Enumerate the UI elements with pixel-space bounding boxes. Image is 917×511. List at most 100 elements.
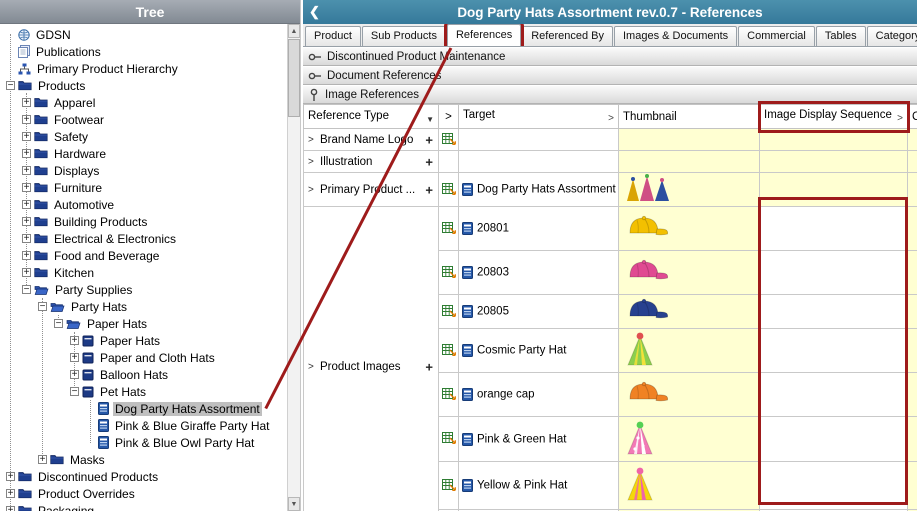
thumbnail-cell[interactable] [619, 295, 760, 329]
goto-reference-icon[interactable] [442, 347, 456, 359]
tree-item-hardware[interactable]: +Hardware [0, 145, 287, 162]
tree-item-footwear[interactable]: +Footwear [0, 111, 287, 128]
target-cell[interactable]: Dog Party Hats Assortment [459, 173, 619, 207]
tree-item-paper-hats[interactable]: −Paper Hats [0, 315, 287, 332]
tab-sub-products[interactable]: Sub Products [362, 26, 446, 46]
tree-item-kitchen[interactable]: +Kitchen [0, 264, 287, 281]
tree-item-dog-party-hats-assortment[interactable]: Dog Party Hats Assortment [0, 400, 287, 417]
goto-reference-icon[interactable] [442, 482, 456, 494]
tree-expander-minus-icon[interactable]: − [70, 387, 79, 396]
reference-type-cell-brand-name-logo[interactable]: >Brand Name Logo+ [304, 129, 439, 151]
tree-item-apparel[interactable]: +Apparel [0, 94, 287, 111]
goto-reference-icon[interactable] [442, 308, 456, 320]
add-reference-button[interactable]: + [425, 154, 433, 169]
target-cell[interactable]: 20801 [459, 207, 619, 251]
tree-item-food-and-beverage[interactable]: +Food and Beverage [0, 247, 287, 264]
filter-dropdown-icon[interactable]: ▼ [426, 115, 434, 124]
column-header-thumbnail[interactable]: Thumbnail [619, 105, 760, 129]
tree-item-pink-blue-owl-party-hat[interactable]: Pink & Blue Owl Party Hat [0, 434, 287, 451]
tree-item-products[interactable]: −Products [0, 77, 287, 94]
tree-item-party-hats[interactable]: −Party Hats [0, 298, 287, 315]
tab-category-f[interactable]: Category F [867, 26, 917, 46]
goto-reference-icon[interactable] [442, 136, 456, 148]
tree-item-electrical-electronics[interactable]: +Electrical & Electronics [0, 230, 287, 247]
reference-type-cell-product-images[interactable]: >Product Images+ [304, 207, 439, 511]
column-header-reference-type[interactable]: ▼ Reference Type [304, 105, 439, 129]
thumbnail-cell[interactable] [619, 251, 760, 295]
thumbnail-cell[interactable] [619, 373, 760, 417]
goto-reference-icon[interactable] [442, 225, 456, 237]
add-reference-button[interactable]: + [425, 359, 433, 374]
target-cell[interactable]: Cosmic Party Hat [459, 329, 619, 373]
target-cell[interactable]: Pink & Green Hat [459, 417, 619, 462]
tree-item-building-products[interactable]: +Building Products [0, 213, 287, 230]
tree-expander-plus-icon[interactable]: + [6, 506, 15, 511]
tree-expander-plus-icon[interactable]: + [70, 353, 79, 362]
reference-type-cell-illustration[interactable]: >Illustration+ [304, 151, 439, 173]
caption-cell[interactable] [908, 295, 917, 329]
reference-type-cell-primary-product[interactable]: >Primary Product ...+ [304, 173, 439, 207]
tree-item-pink-blue-giraffe-party-hat[interactable]: Pink & Blue Giraffe Party Hat [0, 417, 287, 434]
section-discontinued-product-maintenance[interactable]: Discontinued Product Maintenance [303, 47, 917, 66]
sequence-cell[interactable] [760, 129, 908, 151]
tree-expander-plus-icon[interactable]: + [22, 217, 31, 226]
scroll-down-button[interactable]: ▼ [288, 497, 300, 511]
caption-cell[interactable] [908, 207, 917, 251]
tree-expander-minus-icon[interactable]: − [6, 81, 15, 90]
caption-cell[interactable] [908, 129, 917, 151]
tab-referenced-by[interactable]: Referenced By [522, 26, 613, 46]
goto-reference-icon[interactable] [442, 391, 456, 403]
target-cell[interactable]: orange cap [459, 373, 619, 417]
tree-item-paper-and-cloth-hats[interactable]: +Paper and Cloth Hats [0, 349, 287, 366]
add-reference-button[interactable]: + [425, 182, 433, 197]
caption-cell[interactable] [908, 329, 917, 373]
thumbnail-cell[interactable] [619, 462, 760, 510]
sequence-cell[interactable] [760, 462, 908, 510]
sequence-cell[interactable] [760, 251, 908, 295]
target-cell[interactable] [459, 151, 619, 173]
tab-product[interactable]: Product [305, 26, 361, 46]
tree-expander-minus-icon[interactable]: − [22, 285, 31, 294]
caption-cell[interactable] [908, 151, 917, 173]
section-image-references[interactable]: Image References [303, 85, 917, 104]
tab-tables[interactable]: Tables [816, 26, 866, 46]
tree-item-safety[interactable]: +Safety [0, 128, 287, 145]
sequence-cell[interactable] [760, 329, 908, 373]
tree-expander-minus-icon[interactable]: − [54, 319, 63, 328]
sequence-cell[interactable] [760, 207, 908, 251]
tree-expander-plus-icon[interactable]: + [6, 472, 15, 481]
tree-expander-plus-icon[interactable]: + [22, 183, 31, 192]
sequence-cell[interactable] [760, 417, 908, 462]
goto-reference-icon[interactable] [442, 435, 456, 447]
caption-cell[interactable] [908, 417, 917, 462]
sequence-cell[interactable] [760, 173, 908, 207]
tree-expander-plus-icon[interactable]: + [22, 132, 31, 141]
caption-cell[interactable] [908, 173, 917, 207]
tree-expander-plus-icon[interactable]: + [22, 115, 31, 124]
thumbnail-cell[interactable] [619, 417, 760, 462]
goto-reference-icon[interactable] [442, 269, 456, 281]
tree-expander-plus-icon[interactable]: + [22, 98, 31, 107]
column-header-expand[interactable]: > [439, 105, 459, 129]
tree-scrollbar[interactable]: ▲ ▼ [287, 24, 300, 511]
caption-cell[interactable] [908, 251, 917, 295]
row-expand-chevron-icon[interactable]: > [308, 361, 314, 372]
thumbnail-cell[interactable] [619, 329, 760, 373]
thumbnail-cell[interactable] [619, 129, 760, 151]
tree-expander-minus-icon[interactable]: − [38, 302, 47, 311]
goto-reference-icon[interactable] [442, 186, 456, 198]
row-expand-chevron-icon[interactable]: > [308, 156, 314, 167]
caption-cell[interactable] [908, 373, 917, 417]
tree-item-furniture[interactable]: +Furniture [0, 179, 287, 196]
row-expand-chevron-icon[interactable]: > [308, 184, 314, 195]
tree-item-automotive[interactable]: +Automotive [0, 196, 287, 213]
tree-item-balloon-hats[interactable]: +Balloon Hats [0, 366, 287, 383]
sequence-cell[interactable] [760, 373, 908, 417]
section-expanded-icon[interactable] [308, 88, 320, 102]
tree-expander-plus-icon[interactable]: + [38, 455, 47, 464]
tree-expander-plus-icon[interactable]: + [6, 489, 15, 498]
section-document-references[interactable]: Document References [303, 66, 917, 85]
tree-item-gdsn[interactable]: GDSN [0, 26, 287, 43]
target-cell[interactable]: Yellow & Pink Hat [459, 462, 619, 510]
thumbnail-cell[interactable] [619, 173, 760, 207]
